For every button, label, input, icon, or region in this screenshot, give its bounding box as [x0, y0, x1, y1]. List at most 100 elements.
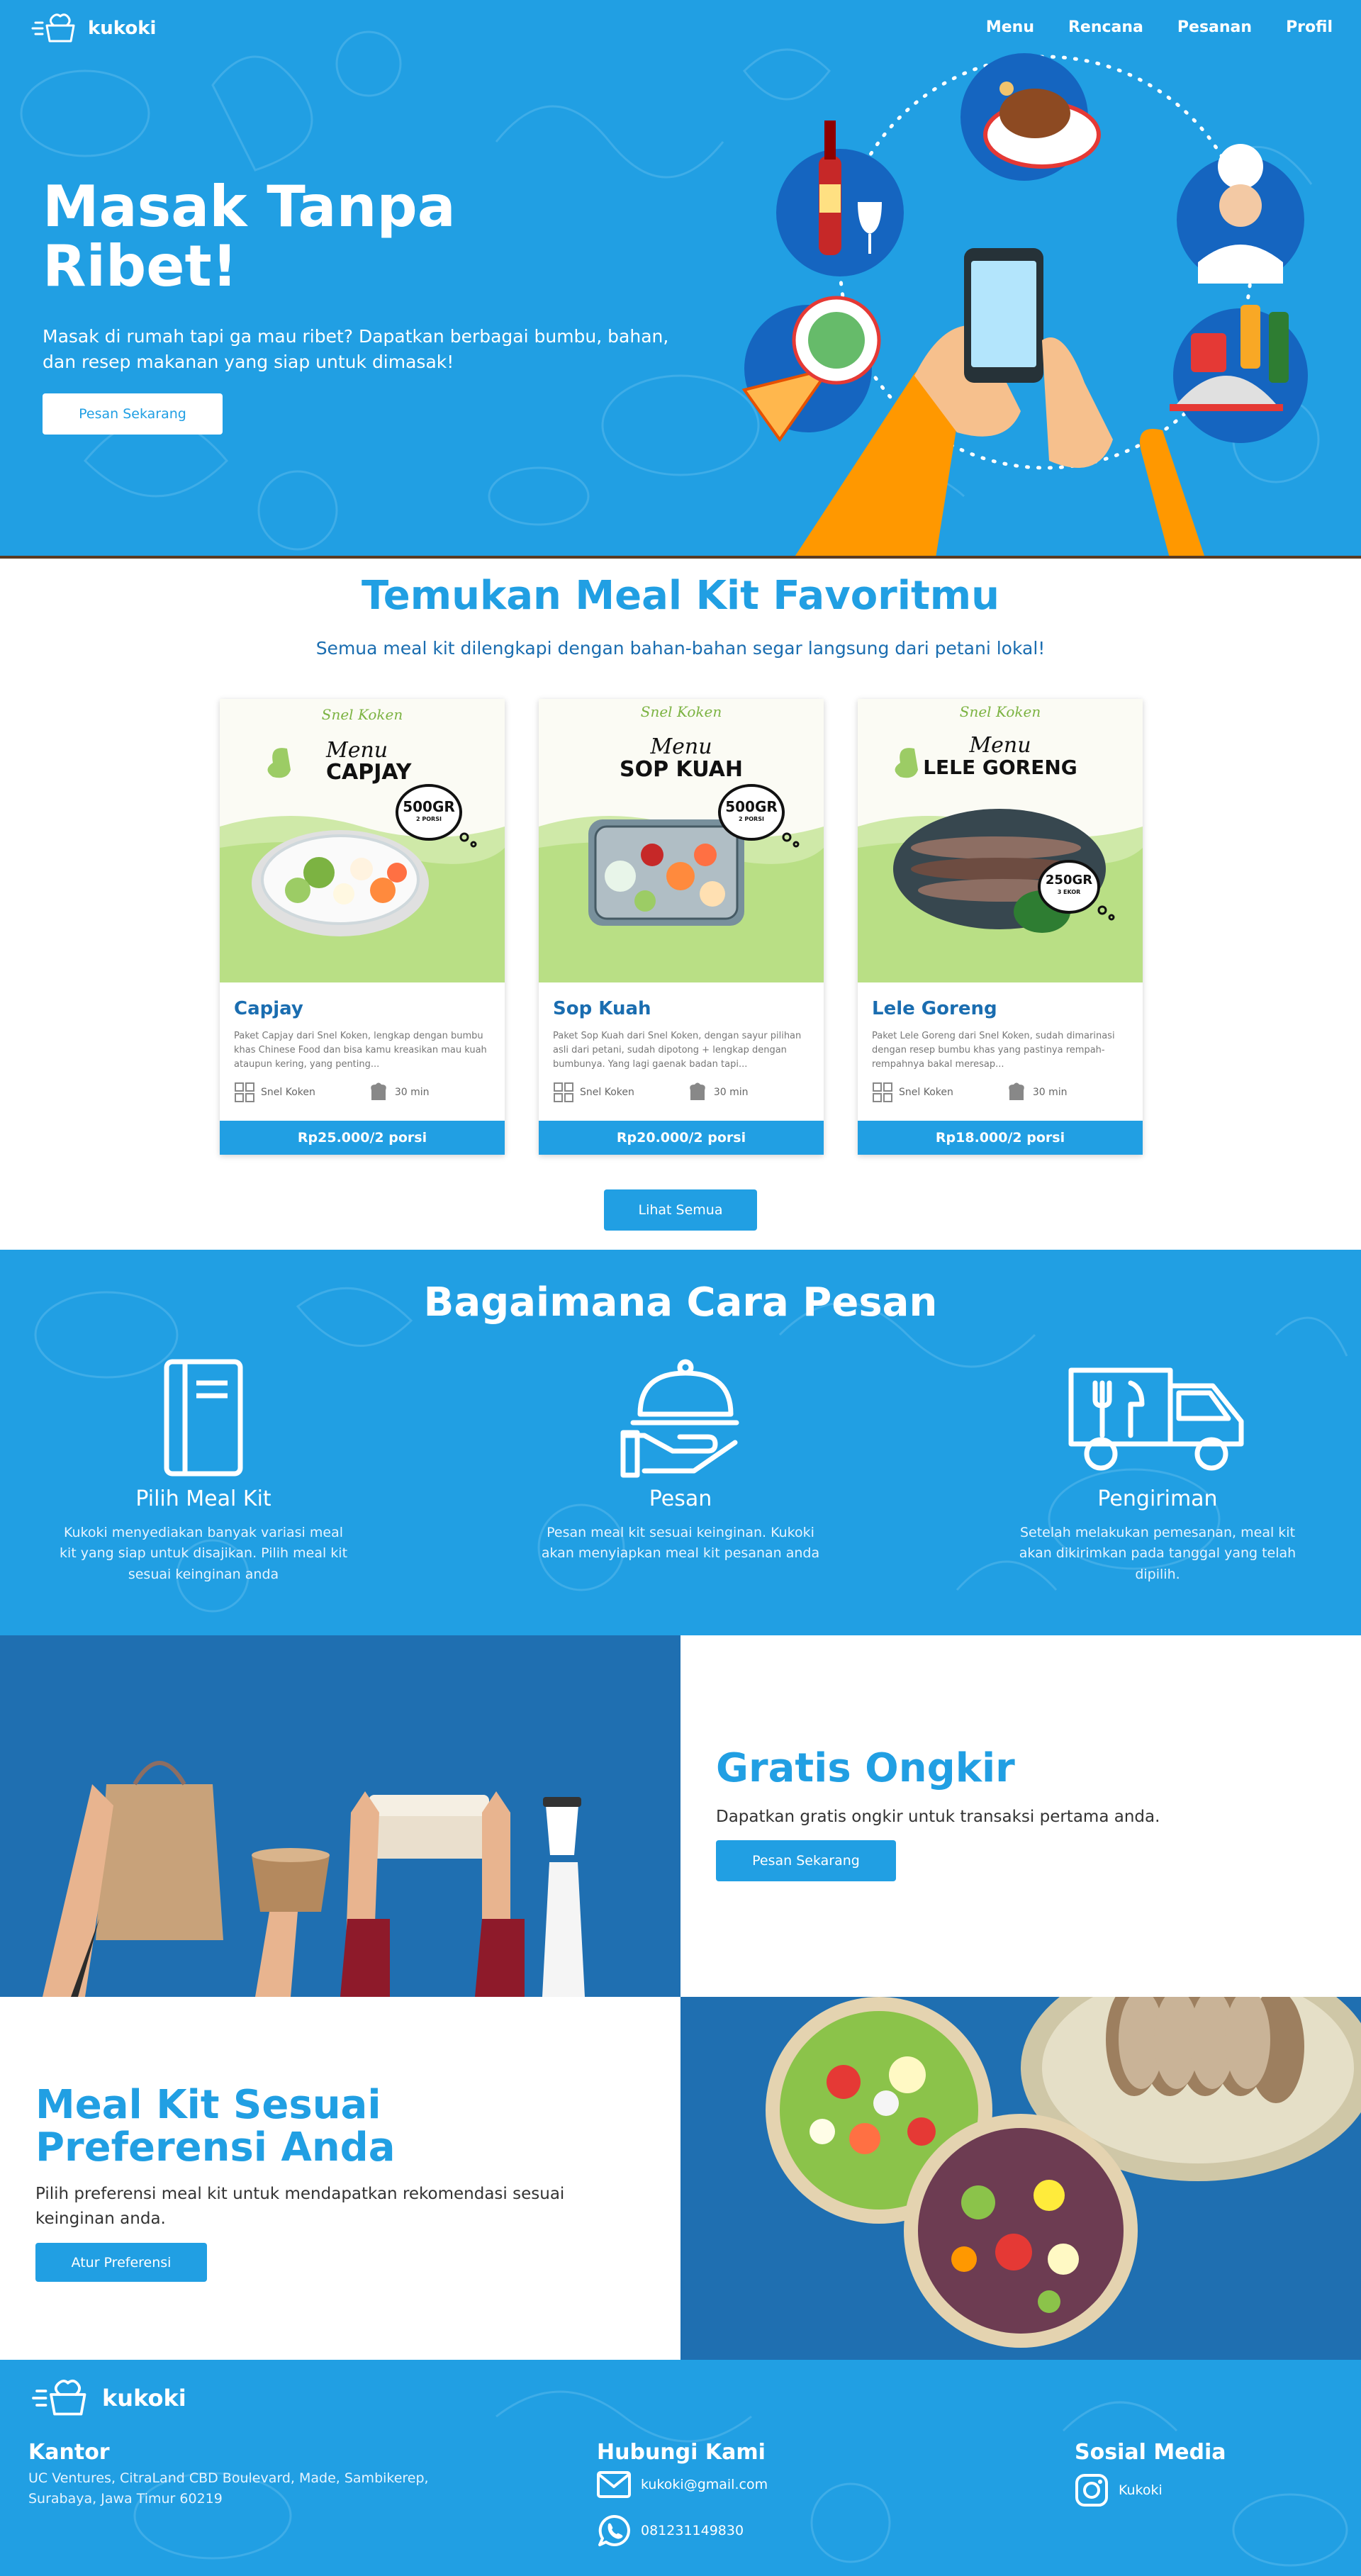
card-title[interactable]: Sop Kuah	[553, 998, 651, 1019]
serving-cloche-icon	[620, 1359, 739, 1478]
footer-office-title: Kantor	[28, 2440, 110, 2465]
card-menu-word: Menu	[969, 733, 1031, 758]
nav-links: Menu Rencana Pesanan Profil	[986, 18, 1333, 36]
nav-rencana[interactable]: Rencana	[1068, 18, 1143, 36]
nav-profil[interactable]: Profil	[1286, 18, 1333, 36]
card-menu-name: LELE GORENG	[923, 756, 1077, 779]
brand-name: kukoki	[88, 18, 157, 39]
chef-hat-icon	[1009, 1082, 1024, 1100]
takeaway-packaging-photo	[0, 1635, 680, 1997]
card-menu-word: Menu	[650, 734, 712, 759]
card-cook-time: 30 min	[394, 1087, 430, 1098]
step-pengiriman: Pengiriman Setelah melakukan pemesanan, …	[1009, 1357, 1306, 1585]
footer-email[interactable]: kukoki@gmail.com	[597, 2471, 768, 2498]
mealkit-card[interactable]: Snel Koken Menu SOP KUAH 500GR 2 PORSI S…	[539, 699, 824, 1155]
hero-subtitle: Masak di rumah tapi ga mau ribet? Dapatk…	[43, 326, 669, 373]
free-shipping-title: Gratis Ongkir	[716, 1745, 1015, 1791]
online-food-order-illustration	[730, 50, 1361, 558]
step-name: Pengiriman	[1097, 1486, 1218, 1511]
card-weight-label: 500GR	[725, 798, 778, 815]
instagram-icon	[1075, 2474, 1108, 2507]
hero-title: Masak Tanpa Ribet!	[43, 174, 456, 299]
footer-instagram[interactable]: Kukoki	[1075, 2473, 1163, 2507]
step-description: Setelah melakukan pemesanan, meal kit ak…	[1019, 1525, 1296, 1582]
see-all-button[interactable]: Lihat Semua	[604, 1189, 757, 1231]
footer-phone-text[interactable]: 081231149830	[641, 2523, 744, 2538]
mealkit-section-title: Temukan Meal Kit Favoritmu	[362, 573, 999, 619]
mealkit-card[interactable]: Snel Koken Menu LELE GORENG 250GR 3 EKOR…	[858, 699, 1143, 1155]
step-pesan: Pesan Pesan meal kit sesuai keinginan. K…	[532, 1357, 829, 1564]
preference-text: Pilih preferensi meal kit untuk mendapat…	[35, 2185, 565, 2228]
mealkit-image-capjay: Snel Koken Menu CAPJAY 500GR 2 PORSI	[220, 699, 505, 982]
card-description: Paket Lele Goreng dari Snel Koken, sudah…	[872, 1031, 1115, 1070]
free-shipping-text: Dapatkan gratis ongkir untuk transaksi p…	[716, 1808, 1160, 1826]
card-title[interactable]: Capjay	[234, 998, 303, 1019]
footer-instagram-text[interactable]: Kukoki	[1119, 2482, 1163, 2498]
card-seller: Snel Koken	[261, 1087, 315, 1098]
salad-bowls-photo	[680, 1997, 1361, 2360]
step-description: Pesan meal kit sesuai keinginan. Kukoki …	[541, 1525, 820, 1562]
free-shipping-order-button[interactable]: Pesan Sekarang	[716, 1840, 896, 1881]
preference-title: Meal Kit Sesuai Preferensi Anda	[35, 2082, 396, 2171]
card-price-button[interactable]: Rp25.000/2 porsi	[220, 1121, 505, 1155]
card-weight-label: 500GR	[403, 798, 455, 815]
card-description: Paket Sop Kuah dari Snel Koken, dengan s…	[553, 1031, 802, 1070]
step-name: Pilih Meal Kit	[135, 1486, 271, 1511]
card-seller: Snel Koken	[899, 1087, 953, 1098]
card-portion-tag: 2 PORSI	[416, 816, 442, 822]
card-menu-name: SOP KUAH	[619, 757, 744, 782]
chef-hat-icon	[371, 1082, 386, 1100]
footer-brand-logo[interactable]: kukoki	[30, 2378, 186, 2418]
hero-order-now-button[interactable]: Pesan Sekarang	[43, 393, 223, 435]
nav-menu[interactable]: Menu	[986, 18, 1034, 36]
mealkit-image-sop-kuah: Snel Koken Menu SOP KUAH 500GR 2 PORSI	[539, 699, 824, 982]
chef-box-logo-icon	[31, 13, 75, 43]
card-seller: Snel Koken	[580, 1087, 634, 1098]
hero-section: Masak Tanpa Ribet! Masak di rumah tapi g…	[0, 0, 1361, 558]
step-description: Kukoki menyediakan banyak variasi meal k…	[59, 1525, 348, 1582]
store-grid-icon	[235, 1082, 254, 1102]
set-preference-button[interactable]: Atur Preferensi	[35, 2243, 207, 2282]
step-pilih-meal-kit: Pilih Meal Kit Kukoki menyediakan banyak…	[55, 1357, 352, 1585]
footer-phone[interactable]: 081231149830	[597, 2514, 744, 2548]
card-price-button[interactable]: Rp20.000/2 porsi	[539, 1121, 824, 1155]
card-menu-word: Menu	[326, 738, 388, 763]
card-price-button[interactable]: Rp18.000/2 porsi	[858, 1121, 1143, 1155]
how-section-title: Bagaimana Cara Pesan	[423, 1279, 938, 1326]
mealkit-image-lele-goreng: Snel Koken Menu LELE GORENG 250GR 3 EKOR	[858, 699, 1143, 982]
delivery-truck-icon	[1068, 1367, 1244, 1471]
card-meta: Snel Koken 30 min	[553, 1082, 749, 1103]
footer-contact-title: Hubungi Kami	[597, 2440, 766, 2465]
mealkit-card[interactable]: Snel Koken Menu CAPJAY 500GR 2 PORSI Cap…	[220, 699, 505, 1155]
card-description: Paket Capjay dari Snel Koken, lengkap de…	[234, 1031, 487, 1070]
footer-brand-name: kukoki	[102, 2385, 186, 2412]
footer-office-address: UC Ventures, CitraLand CBD Boulevard, Ma…	[28, 2470, 429, 2507]
card-meta: Snel Koken 30 min	[872, 1082, 1068, 1103]
card-meta: Snel Koken 30 min	[234, 1082, 430, 1103]
store-grid-icon	[873, 1082, 892, 1102]
brand-logo[interactable]: kukoki	[30, 13, 156, 44]
hero-divider	[0, 556, 1361, 559]
chef-box-logo-icon	[32, 2380, 86, 2416]
card-title[interactable]: Lele Goreng	[872, 998, 997, 1019]
card-portion-tag: 3 EKOR	[1057, 889, 1081, 895]
card-brand-logo: Snel Koken	[959, 703, 1041, 720]
footer-email-text[interactable]: kukoki@gmail.com	[641, 2477, 768, 2492]
preference-panel	[0, 1997, 680, 2360]
mail-icon	[597, 2471, 631, 2498]
card-weight-label: 250GR	[1045, 873, 1093, 887]
nav-pesanan[interactable]: Pesanan	[1177, 18, 1252, 36]
card-brand-logo: Snel Koken	[640, 703, 722, 720]
chef-hat-icon	[690, 1082, 705, 1100]
card-cook-time: 30 min	[713, 1087, 749, 1098]
mealkit-section-subtitle: Semua meal kit dilengkapi dengan bahan-b…	[315, 638, 1046, 659]
card-cook-time: 30 min	[1032, 1087, 1068, 1098]
whatsapp-icon	[598, 2514, 630, 2546]
footer-social-title: Sosial Media	[1075, 2440, 1226, 2465]
top-navbar: kukoki Menu Rencana Pesanan Profil	[0, 0, 1361, 57]
book-icon	[164, 1359, 243, 1477]
store-grid-icon	[554, 1082, 573, 1102]
card-brand-logo: Snel Koken	[321, 706, 403, 723]
step-name: Pesan	[649, 1486, 712, 1511]
card-portion-tag: 2 PORSI	[739, 816, 764, 822]
